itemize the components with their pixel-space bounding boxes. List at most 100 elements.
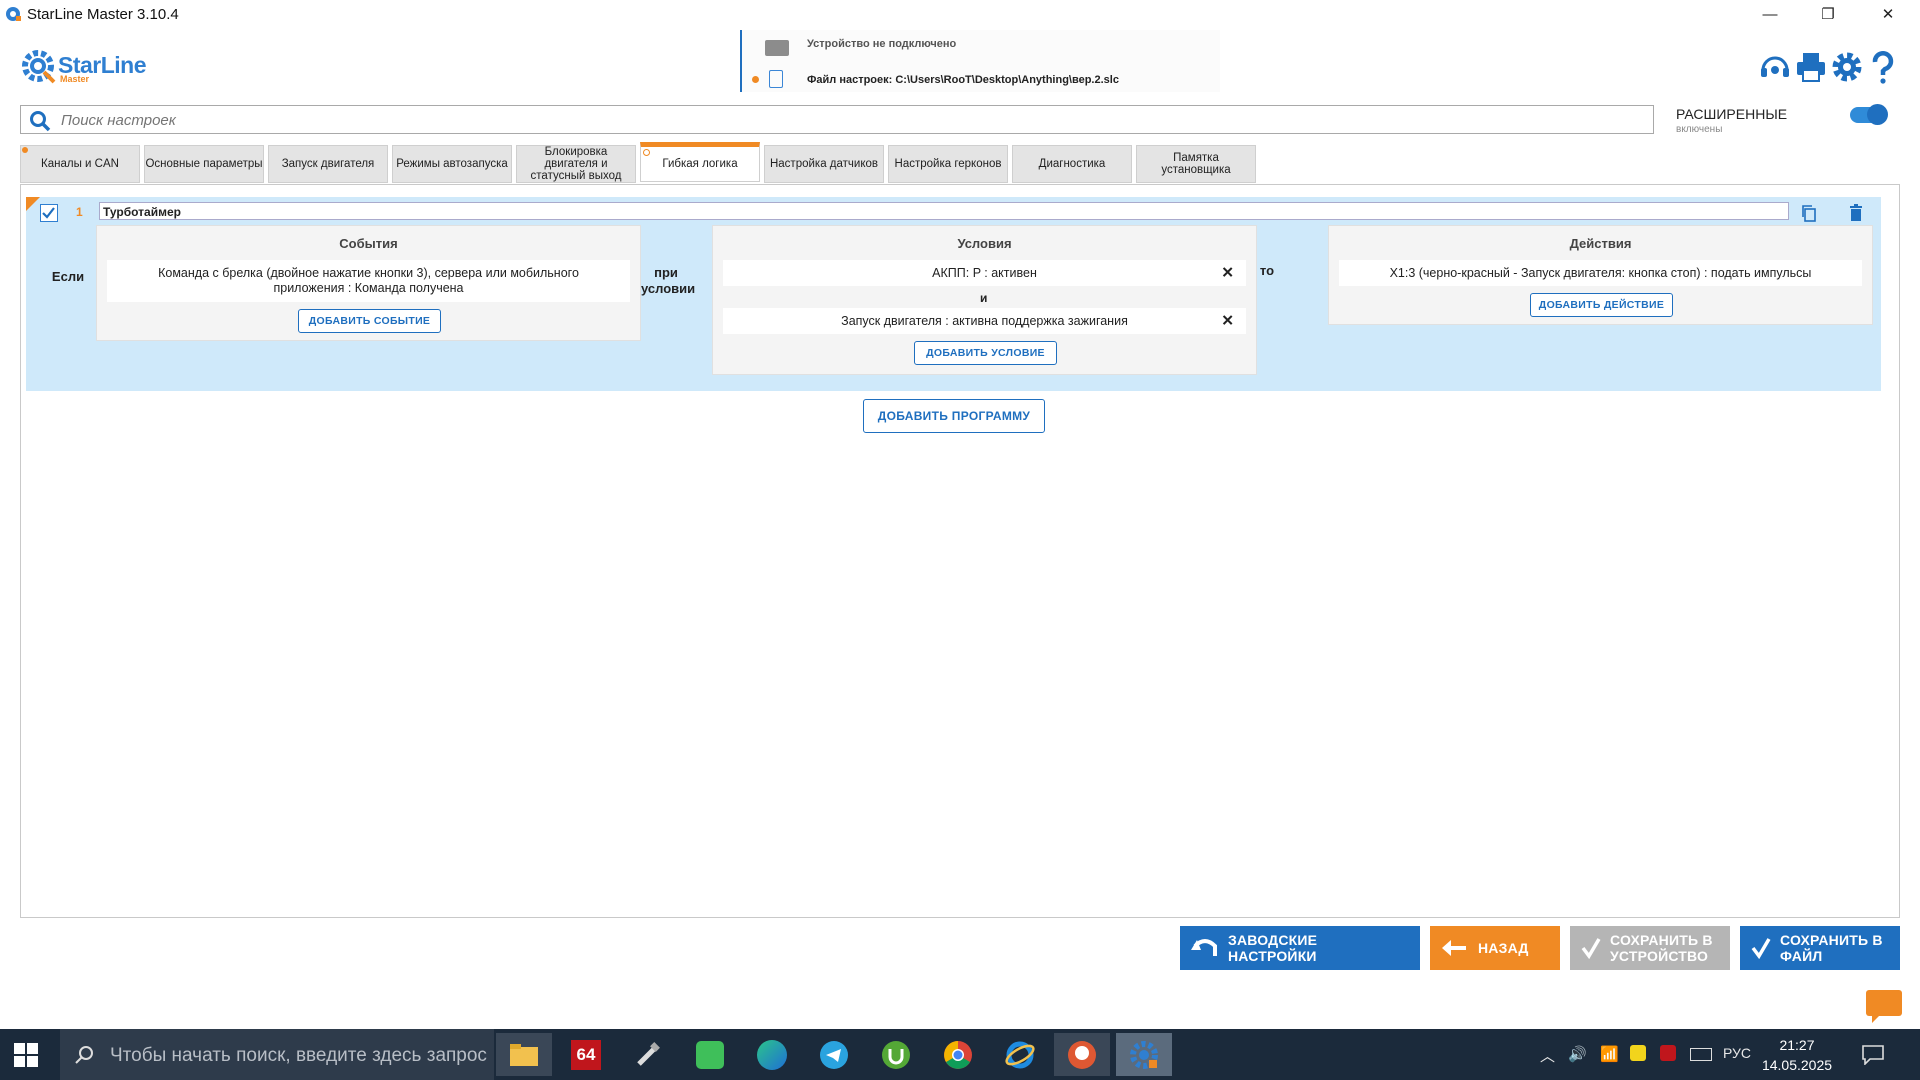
save-to-device-label: СОХРАНИТЬ В УСТРОЙСТВО xyxy=(1610,932,1713,964)
edge-icon[interactable] xyxy=(744,1033,800,1076)
tab-engine-start[interactable]: Запуск двигателя xyxy=(268,145,388,183)
aida64-icon[interactable]: 64 xyxy=(558,1033,614,1076)
save-to-file-button[interactable]: СОХРАНИТЬ В ФАЙЛ xyxy=(1740,926,1900,970)
program-name-field[interactable]: Турботаймер xyxy=(99,202,1789,220)
factory-settings-button[interactable]: ЗАВОДСКИЕ НАСТРОЙКИ xyxy=(1180,926,1420,970)
logic-program: 1 Турботаймер Если при условии то Событи… xyxy=(26,197,1881,391)
logo-gear-icon xyxy=(22,50,56,84)
remove-condition-icon[interactable]: ✕ xyxy=(1221,314,1234,329)
tab-engine-block[interactable]: Блокировка двигателя и статусный выход xyxy=(516,145,636,183)
telegram-icon[interactable] xyxy=(806,1033,862,1076)
add-action-button[interactable]: ДОБАВИТЬ ДЕЙСТВИЕ xyxy=(1530,293,1673,317)
search-input[interactable] xyxy=(59,109,1643,132)
event-item[interactable]: Команда с брелка (двойное нажатие кнопки… xyxy=(107,260,630,302)
language-indicator[interactable]: РУС xyxy=(1723,1045,1751,1061)
antivirus-icon[interactable] xyxy=(1660,1045,1676,1061)
toggle-knob[interactable] xyxy=(1867,104,1888,125)
advanced-mode-toggle[interactable] xyxy=(1850,104,1888,125)
calendar-app-icon[interactable] xyxy=(682,1033,738,1076)
event-text: Команда с брелка (двойное нажатие кнопки… xyxy=(158,266,579,295)
tab-reed-switch-settings[interactable]: Настройка герконов xyxy=(888,145,1008,183)
tab-modified-marker xyxy=(22,147,28,153)
starline-master-icon[interactable] xyxy=(1116,1033,1172,1076)
action-item[interactable]: X1:3 (черно-красный - Запуск двигателя: … xyxy=(1339,260,1862,286)
notifications-icon[interactable] xyxy=(1862,1045,1884,1065)
maximize-button[interactable]: ❐ xyxy=(1800,0,1856,28)
search-icon xyxy=(30,111,51,132)
condition-text: Запуск двигателя : активна поддержка заж… xyxy=(841,313,1128,328)
chrome-icon[interactable] xyxy=(930,1033,986,1076)
duckduckgo-icon[interactable] xyxy=(1054,1033,1110,1076)
program-number: 1 xyxy=(76,205,83,219)
tab-installer-memo[interactable]: Памятка установщика xyxy=(1136,145,1256,183)
add-program-button[interactable]: ДОБАВИТЬ ПРОГРАММУ xyxy=(863,399,1045,433)
tab-flexible-logic[interactable]: Гибкая логика xyxy=(640,142,760,182)
battery-icon[interactable] xyxy=(1690,1048,1712,1061)
tab-label: Запуск двигателя xyxy=(281,158,375,170)
tab-label: Памятка установщика xyxy=(1161,152,1231,176)
tool-icon[interactable] xyxy=(620,1033,676,1076)
aida64-label: 64 xyxy=(571,1039,601,1070)
tab-sensor-settings[interactable]: Настройка датчиков xyxy=(764,145,884,183)
program-enabled-checkbox[interactable] xyxy=(40,204,58,222)
tab-autostart-modes[interactable]: Режимы автозапуска xyxy=(392,145,512,183)
delete-icon[interactable] xyxy=(1846,203,1866,223)
tab-basic-params[interactable]: Основные параметры xyxy=(144,145,264,183)
title-bar: StarLine Master 3.10.4 — ❐ ✕ xyxy=(0,0,1920,28)
add-event-button[interactable]: ДОБАВИТЬ СОБЫТИЕ xyxy=(298,309,441,333)
printer-icon[interactable] xyxy=(1794,50,1828,84)
tab-diagnostics[interactable]: Диагностика xyxy=(1012,145,1132,183)
tab-channels-can[interactable]: Каналы и CAN xyxy=(20,145,140,183)
volume-icon[interactable]: 🔊 xyxy=(1568,1045,1587,1063)
starline-app-icon xyxy=(6,7,21,21)
windows-taskbar: Чтобы начать поиск, введите здесь запрос… xyxy=(0,1029,1920,1080)
chevron-up-icon[interactable]: ︿ xyxy=(1540,1045,1555,1066)
logo-subtext: Master xyxy=(60,74,90,84)
help-icon[interactable] xyxy=(1866,50,1900,84)
tab-label: Настройка датчиков xyxy=(769,158,878,170)
clock-time: 21:27 xyxy=(1779,1037,1815,1053)
program-modified-corner xyxy=(26,197,40,211)
checkmark-icon xyxy=(42,207,55,219)
arrow-left-icon xyxy=(1440,933,1470,963)
checkmark-icon xyxy=(1746,933,1776,963)
clock[interactable]: 21:27 14.05.2025 xyxy=(1752,1035,1842,1075)
internet-explorer-icon[interactable] xyxy=(992,1033,1048,1076)
flexible-logic-panel: 1 Турботаймер Если при условии то Событи… xyxy=(20,184,1900,918)
copy-icon[interactable] xyxy=(1799,203,1819,223)
settings-search-box[interactable] xyxy=(20,105,1654,134)
back-label: НАЗАД xyxy=(1478,940,1529,956)
back-button[interactable]: НАЗАД xyxy=(1430,926,1560,970)
windows-start-icon[interactable] xyxy=(14,1043,38,1067)
tab-label: Диагностика xyxy=(1038,158,1106,170)
conditions-title: Условия xyxy=(957,236,1012,251)
condition-item[interactable]: Запуск двигателя : активна поддержка заж… xyxy=(723,308,1246,334)
utorrent-icon[interactable] xyxy=(868,1033,924,1076)
save-to-file-label: СОХРАНИТЬ В ФАЙЛ xyxy=(1780,932,1883,964)
file-explorer-icon[interactable] xyxy=(496,1033,552,1076)
device-status-text: Устройство не подключено xyxy=(807,38,957,50)
checkmark-icon xyxy=(1576,933,1606,963)
tab-modified-marker xyxy=(643,149,650,156)
undo-icon xyxy=(1190,933,1220,963)
tab-label: Гибкая логика xyxy=(662,158,738,170)
gear-icon[interactable] xyxy=(1830,50,1864,84)
condition-text: АКПП: P : активен xyxy=(932,265,1037,280)
document-icon xyxy=(769,70,783,88)
condition-and-label: и xyxy=(980,291,988,305)
support-headset-icon[interactable] xyxy=(1758,50,1792,84)
advanced-mode-label: РАСШИРЕННЫЕ xyxy=(1676,106,1788,122)
close-window-button[interactable]: ✕ xyxy=(1860,0,1916,28)
add-condition-button[interactable]: ДОБАВИТЬ УСЛОВИЕ xyxy=(914,341,1057,365)
security-app-icon[interactable] xyxy=(1630,1045,1646,1061)
wifi-icon[interactable]: 📶 xyxy=(1600,1045,1619,1063)
remove-condition-icon[interactable]: ✕ xyxy=(1221,266,1234,281)
events-box: События Команда с брелка (двойное нажати… xyxy=(96,225,641,341)
under-condition-label: при условии xyxy=(641,265,696,296)
condition-item[interactable]: АКПП: P : активен ✕ xyxy=(723,260,1246,286)
chat-icon[interactable] xyxy=(1866,990,1902,1023)
minimize-button[interactable]: — xyxy=(1742,0,1798,28)
taskbar-search-box[interactable]: Чтобы начать поиск, введите здесь запрос xyxy=(60,1029,494,1080)
advanced-mode-state: включены xyxy=(1676,124,1723,135)
factory-settings-label: ЗАВОДСКИЕ НАСТРОЙКИ xyxy=(1228,932,1318,964)
